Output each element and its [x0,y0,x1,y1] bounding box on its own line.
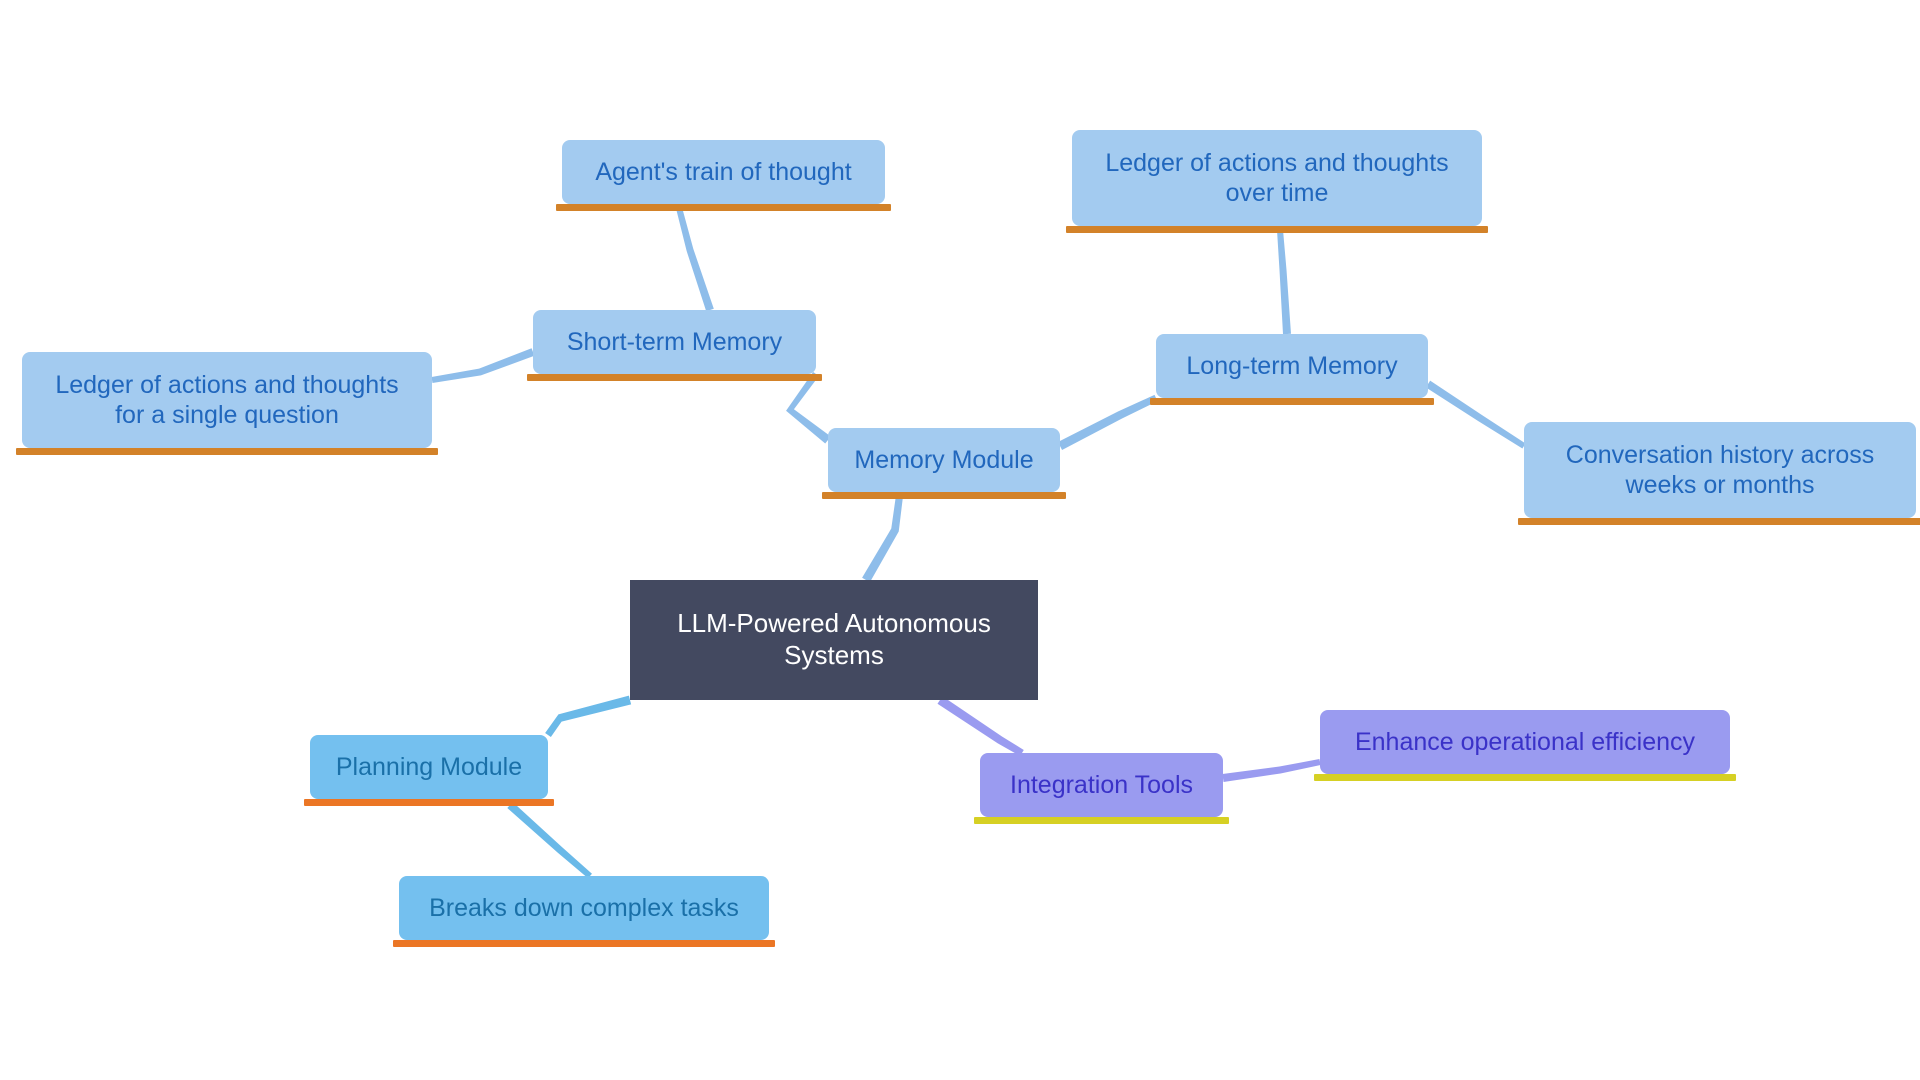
node-underline-breaks-down-complex-tasks [393,940,775,947]
node-memory-module[interactable]: Memory Module [828,428,1060,492]
node-label-memory-module: Memory Module [854,445,1034,474]
connector-short-agent [675,203,714,312]
node-long-term-memory[interactable]: Long-term Memory [1156,334,1428,398]
node-underline-planning-module [304,799,554,806]
node-label-planning-module: Planning Module [335,752,523,781]
node-underline-ledger-single-question [16,448,438,455]
node-ledger-single-question[interactable]: Ledger of actions and thoughts for a sin… [22,352,432,448]
node-root[interactable]: LLM-Powered Autonomous Systems [630,580,1038,700]
node-label-agents-train-of-thought: Agent's train of thought [595,157,852,186]
connector-root-memory [862,491,904,583]
node-label-short-term-memory: Short-term Memory [566,327,783,356]
node-label-conversation-history: Conversation history across weeks or mon… [1565,440,1875,500]
node-underline-memory-module [822,492,1066,499]
node-label-ledger-over-time: Ledger of actions and thoughts over time [1105,148,1449,208]
node-underline-agents-train-of-thought [556,204,891,211]
node-conversation-history[interactable]: Conversation history across weeks or mon… [1524,422,1916,518]
connector-long-conversation [1425,380,1526,449]
node-underline-conversation-history [1518,518,1920,525]
node-short-term-memory[interactable]: Short-term Memory [533,310,816,374]
node-agents-train-of-thought[interactable]: Agent's train of thought [562,140,885,204]
node-label-root: LLM-Powered Autonomous Systems [677,608,991,670]
node-label-integration-tools: Integration Tools [1010,770,1193,799]
connector-root-integration [937,696,1024,757]
connector-planning-breaks [507,802,592,879]
connector-integration-enhance [1222,759,1321,782]
connector-memory-short [786,371,831,444]
node-underline-integration-tools [974,817,1229,824]
node-label-ledger-single-question: Ledger of actions and thoughts for a sin… [55,370,399,430]
connector-memory-long [1057,394,1158,450]
node-enhance-operational-efficiency[interactable]: Enhance operational efficiency [1320,710,1730,774]
node-label-long-term-memory: Long-term Memory [1186,351,1398,380]
connector-root-planning [545,695,632,738]
connector-short-ledger [431,348,535,383]
node-underline-ledger-over-time [1066,226,1488,233]
node-integration-tools[interactable]: Integration Tools [980,753,1223,817]
node-underline-enhance-operational-efficiency [1314,774,1736,781]
node-label-enhance-operational-efficiency: Enhance operational efficiency [1354,727,1696,756]
node-label-breaks-down-complex-tasks: Breaks down complex tasks [429,893,739,922]
connector-long-ledger [1277,229,1291,335]
node-breaks-down-complex-tasks[interactable]: Breaks down complex tasks [399,876,769,940]
node-underline-long-term-memory [1150,398,1434,405]
mindmap-canvas: LLM-Powered Autonomous Systems Memory Mod… [0,0,1920,1080]
node-ledger-over-time[interactable]: Ledger of actions and thoughts over time [1072,130,1482,226]
node-planning-module[interactable]: Planning Module [310,735,548,799]
node-underline-short-term-memory [527,374,822,381]
connector-layer [431,203,1526,879]
